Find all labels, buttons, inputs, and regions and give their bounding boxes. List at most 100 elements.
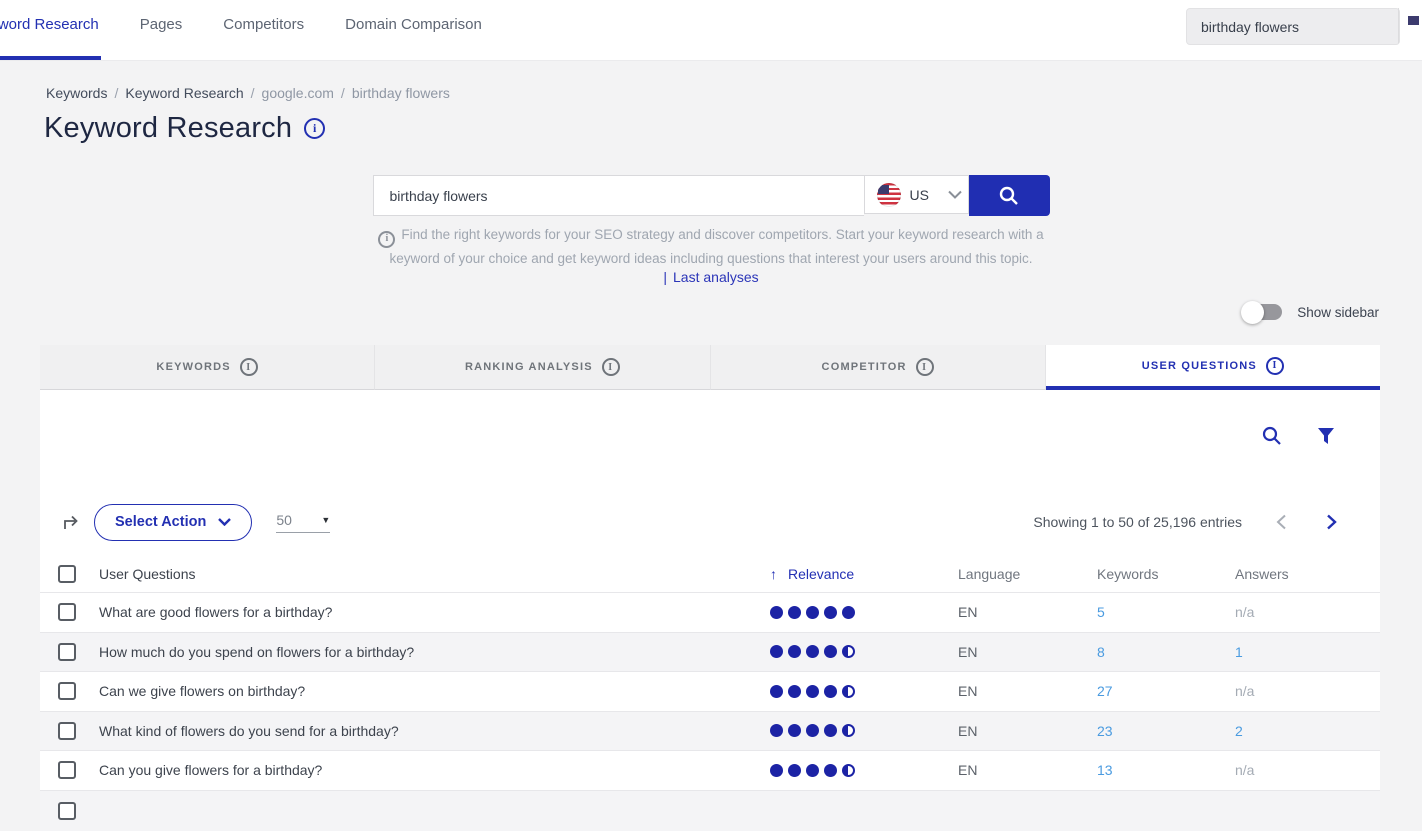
answers-value[interactable]: 1 (1235, 644, 1380, 660)
relevance-dots (770, 764, 955, 777)
header-language[interactable]: Language (955, 566, 1097, 582)
row-checkbox[interactable] (58, 761, 76, 779)
relevance-dot-icon (824, 645, 837, 658)
row-checkbox[interactable] (58, 682, 76, 700)
relevance-dot-icon (806, 764, 819, 777)
relevance-dot-icon (770, 724, 783, 737)
table-row: How much do you spend on flowers for a b… (40, 633, 1380, 673)
relevance-dot-icon (806, 685, 819, 698)
language-value: EN (955, 762, 1097, 778)
breadcrumb-separator: / (251, 85, 255, 101)
tab-info-icon[interactable]: i (916, 358, 934, 376)
question-text: Can we give flowers on birthday? (84, 683, 770, 699)
relevance-dot-icon (842, 645, 855, 658)
breadcrumb-item[interactable]: Keyword Research (125, 85, 243, 101)
question-text: What are good flowers for a birthday? (84, 604, 770, 620)
tab[interactable]: RANKING ANALYSIS i (375, 345, 710, 390)
info-icon: i (378, 231, 395, 248)
top-nav-item[interactable]: Pages (140, 16, 183, 33)
answers-value: n/a (1235, 604, 1380, 620)
breadcrumb-separator: / (114, 85, 118, 101)
relevance-dot-icon (824, 606, 837, 619)
header-keywords[interactable]: Keywords (1097, 566, 1235, 582)
language-value: EN (955, 683, 1097, 699)
show-sidebar-toggle[interactable] (1244, 304, 1282, 320)
answers-value[interactable]: 2 (1235, 723, 1380, 739)
relevance-dot-icon (788, 645, 801, 658)
keywords-count-link[interactable]: 5 (1097, 604, 1235, 620)
header-answers[interactable]: Answers (1235, 566, 1380, 582)
breadcrumb: Keywords / Keyword Research / google.com / bir… (46, 85, 450, 101)
tab-info-icon[interactable]: i (1266, 357, 1284, 375)
relevance-dot-icon (788, 724, 801, 737)
language-value: EN (955, 604, 1097, 620)
row-checkbox[interactable] (58, 643, 76, 661)
tab[interactable]: USER QUESTIONS i (1046, 345, 1380, 390)
toggle-knob (1241, 301, 1264, 324)
breadcrumb-separator: / (341, 85, 345, 101)
last-analyses-link[interactable]: |Last analyses (0, 269, 1422, 285)
country-select[interactable]: US (864, 175, 969, 214)
active-nav-underline (0, 56, 101, 60)
relevance-dot-icon (806, 645, 819, 658)
question-text: How much do you spend on flowers for a b… (84, 644, 770, 660)
relevance-dot-icon (770, 606, 783, 619)
chevron-down-icon (218, 518, 231, 526)
breadcrumb-item[interactable]: google.com (262, 85, 334, 101)
page-title-info-icon[interactable]: i (304, 118, 325, 139)
keywords-count-link[interactable]: 8 (1097, 644, 1235, 660)
select-action-button[interactable]: Select Action (94, 504, 252, 541)
table-row-partial (40, 791, 1380, 831)
pagination-prev-icon[interactable] (1270, 511, 1292, 533)
relevance-dot-icon (788, 685, 801, 698)
tab[interactable]: COMPETITOR i (711, 345, 1046, 390)
relevance-dot-icon (806, 606, 819, 619)
row-checkbox[interactable] (58, 722, 76, 740)
export-icon[interactable] (60, 511, 82, 533)
language-value: EN (955, 723, 1097, 739)
breadcrumb-item[interactable]: Keywords (46, 85, 107, 101)
header-relevance[interactable]: ↑ Relevance (770, 566, 955, 582)
keywords-count-link[interactable]: 13 (1097, 762, 1235, 778)
top-nav-item[interactable]: Domain Comparison (345, 16, 482, 33)
relevance-dots (770, 606, 955, 619)
search-button[interactable] (969, 175, 1050, 216)
relevance-dot-icon (770, 645, 783, 658)
header-user-questions[interactable]: User Questions (84, 566, 770, 582)
question-text: What kind of flowers do you send for a b… (84, 723, 770, 739)
top-bar: Keyword Research Pages Competitors Domain C… (0, 0, 1422, 61)
relevance-dot-icon (842, 724, 855, 737)
row-checkbox[interactable] (58, 802, 76, 820)
top-nav-item[interactable]: Keyword Research (0, 16, 99, 33)
search-icon (998, 185, 1020, 207)
top-search-input[interactable] (1186, 8, 1400, 45)
relevance-dots (770, 645, 955, 658)
relevance-dot-icon (842, 606, 855, 619)
tab[interactable]: KEYWORDS i (40, 345, 375, 390)
relevance-dot-icon (806, 724, 819, 737)
relevance-dot-icon (770, 764, 783, 777)
keywords-count-link[interactable]: 23 (1097, 723, 1235, 739)
tab-info-icon[interactable]: i (602, 358, 620, 376)
top-nav-item[interactable]: Competitors (223, 16, 304, 33)
page-title: Keyword Research (44, 112, 292, 145)
table-search-icon[interactable] (1261, 425, 1283, 447)
pagination-next-icon[interactable] (1320, 511, 1342, 533)
sort-asc-icon: ↑ (770, 566, 777, 582)
filter-icon[interactable] (1316, 426, 1336, 446)
us-flag-icon (877, 183, 901, 207)
question-text: Can you give flowers for a birthday? (84, 762, 770, 778)
table-row: What kind of flowers do you send for a b… (40, 712, 1380, 752)
relevance-dot-icon (842, 764, 855, 777)
keywords-count-link[interactable]: 27 (1097, 683, 1235, 699)
chevron-down-icon (948, 190, 962, 199)
page-size-select[interactable]: 50 ▼ (276, 512, 330, 533)
caret-down-icon: ▼ (321, 515, 330, 525)
select-all-checkbox[interactable] (58, 565, 76, 583)
relevance-dot-icon (842, 685, 855, 698)
tab-info-icon[interactable]: i (240, 358, 258, 376)
keyword-search-input[interactable] (373, 175, 864, 216)
row-checkbox[interactable] (58, 603, 76, 621)
relevance-dot-icon (824, 724, 837, 737)
breadcrumb-item[interactable]: birthday flowers (352, 85, 450, 101)
